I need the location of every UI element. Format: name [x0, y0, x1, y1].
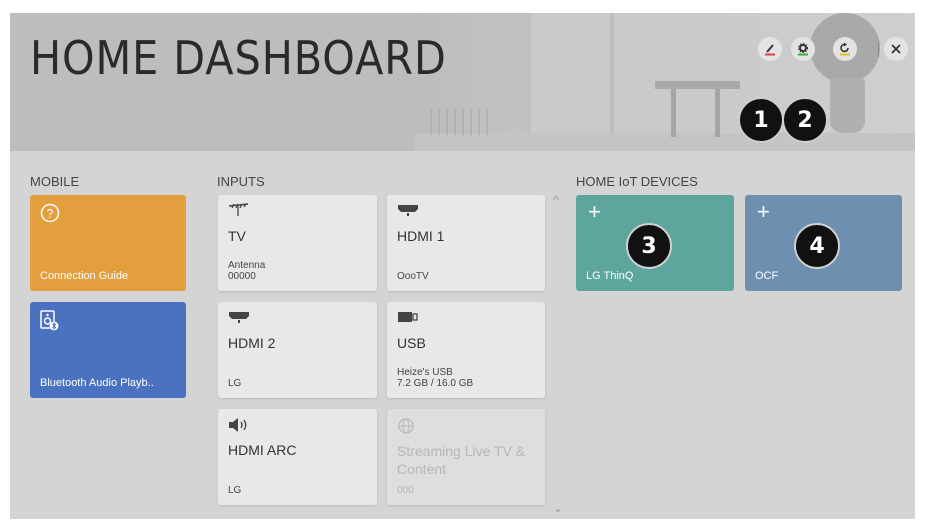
- input-name: Streaming Live TV & Content: [397, 443, 526, 477]
- close-button[interactable]: [884, 37, 908, 61]
- input-detail: 000: [397, 485, 414, 496]
- close-icon: [891, 44, 901, 54]
- input-detail: OooTV: [397, 271, 429, 282]
- mobile-section-label: MOBILE: [30, 174, 80, 189]
- usb-icon: [398, 312, 418, 322]
- refresh-icon: [840, 42, 850, 56]
- card-title: Bluetooth Audio Playb..: [40, 377, 154, 389]
- input-detail-line-2: LG: [228, 378, 242, 389]
- question-icon: ?: [40, 203, 60, 223]
- header-banner: HOME DASHBOARD 1 2: [10, 13, 915, 151]
- bluetooth-audio-card[interactable]: Bluetooth Audio Playb..: [30, 302, 186, 398]
- input-detail-line-2: 00000: [228, 271, 256, 282]
- page-title: HOME DASHBOARD: [30, 31, 447, 85]
- input-detail: Heize's USB 7.2 GB / 16.0 GB: [397, 367, 473, 389]
- input-name: HDMI 2: [228, 335, 276, 351]
- input-detail-line-1: Antenna: [228, 260, 266, 271]
- add-icon: +: [757, 199, 770, 224]
- input-card-hdmi-arc[interactable]: HDMI ARC LG: [218, 409, 377, 505]
- input-detail: LG: [228, 485, 241, 496]
- callout-marker-4: 4: [794, 223, 840, 269]
- iot-section-label: HOME IoT DEVICES: [576, 174, 698, 189]
- input-name: USB: [397, 335, 426, 351]
- input-detail: LG: [228, 378, 241, 389]
- input-name: TV: [228, 228, 246, 244]
- connection-guide-card[interactable]: ? Connection Guide: [30, 195, 186, 291]
- scroll-down-icon[interactable]: ⌄: [553, 501, 563, 515]
- input-card-usb[interactable]: USB Heize's USB 7.2 GB / 16.0 GB: [387, 302, 545, 398]
- input-card-streaming[interactable]: Streaming Live TV & Content 000: [387, 409, 545, 505]
- speaker-icon: [229, 418, 247, 432]
- add-icon: +: [588, 199, 601, 224]
- input-card-tv[interactable]: TV Antenna 00000: [218, 195, 377, 291]
- input-card-hdmi1[interactable]: HDMI 1 OooTV: [387, 195, 545, 291]
- refresh-button[interactable]: [833, 37, 857, 61]
- globe-icon: [398, 418, 414, 434]
- gear-icon: [798, 43, 808, 56]
- input-detail-line-2: 7.2 GB / 16.0 GB: [397, 378, 474, 389]
- card-title: Connection Guide: [40, 270, 129, 282]
- home-dashboard-screen: HOME DASHBOARD 1 2 MOBILE ? Connection G…: [10, 13, 915, 519]
- settings-button[interactable]: [791, 37, 815, 61]
- callout-marker-3: 3: [626, 223, 672, 269]
- input-card-hdmi2[interactable]: HDMI 2 LG: [218, 302, 377, 398]
- antenna-icon: [228, 203, 249, 216]
- card-title: LG ThinQ: [586, 270, 634, 282]
- card-title: OCF: [755, 270, 779, 282]
- input-detail-line-2: OooTV: [397, 271, 429, 282]
- input-detail-line-2: 000: [397, 485, 414, 496]
- room-background-image: [415, 13, 915, 151]
- hdmi-icon: [398, 205, 418, 216]
- input-detail: Antenna 00000: [228, 260, 265, 282]
- hdmi-icon: [229, 312, 249, 323]
- callout-marker-1: 1: [738, 97, 784, 143]
- inputs-section-label: INPUTS: [217, 174, 265, 189]
- input-detail-line-1: Heize's USB: [397, 367, 453, 378]
- scroll-up-icon[interactable]: ^: [553, 193, 559, 207]
- toolbar-divider: [878, 41, 879, 57]
- callout-marker-2: 2: [782, 97, 828, 143]
- edit-button[interactable]: [758, 37, 782, 61]
- bluetooth-speaker-icon: [40, 310, 59, 331]
- edit-icon: [765, 44, 775, 56]
- input-name: HDMI 1: [397, 228, 445, 244]
- input-name: HDMI ARC: [228, 442, 297, 458]
- svg-text:?: ?: [47, 207, 54, 221]
- input-detail-line-2: LG: [228, 485, 242, 496]
